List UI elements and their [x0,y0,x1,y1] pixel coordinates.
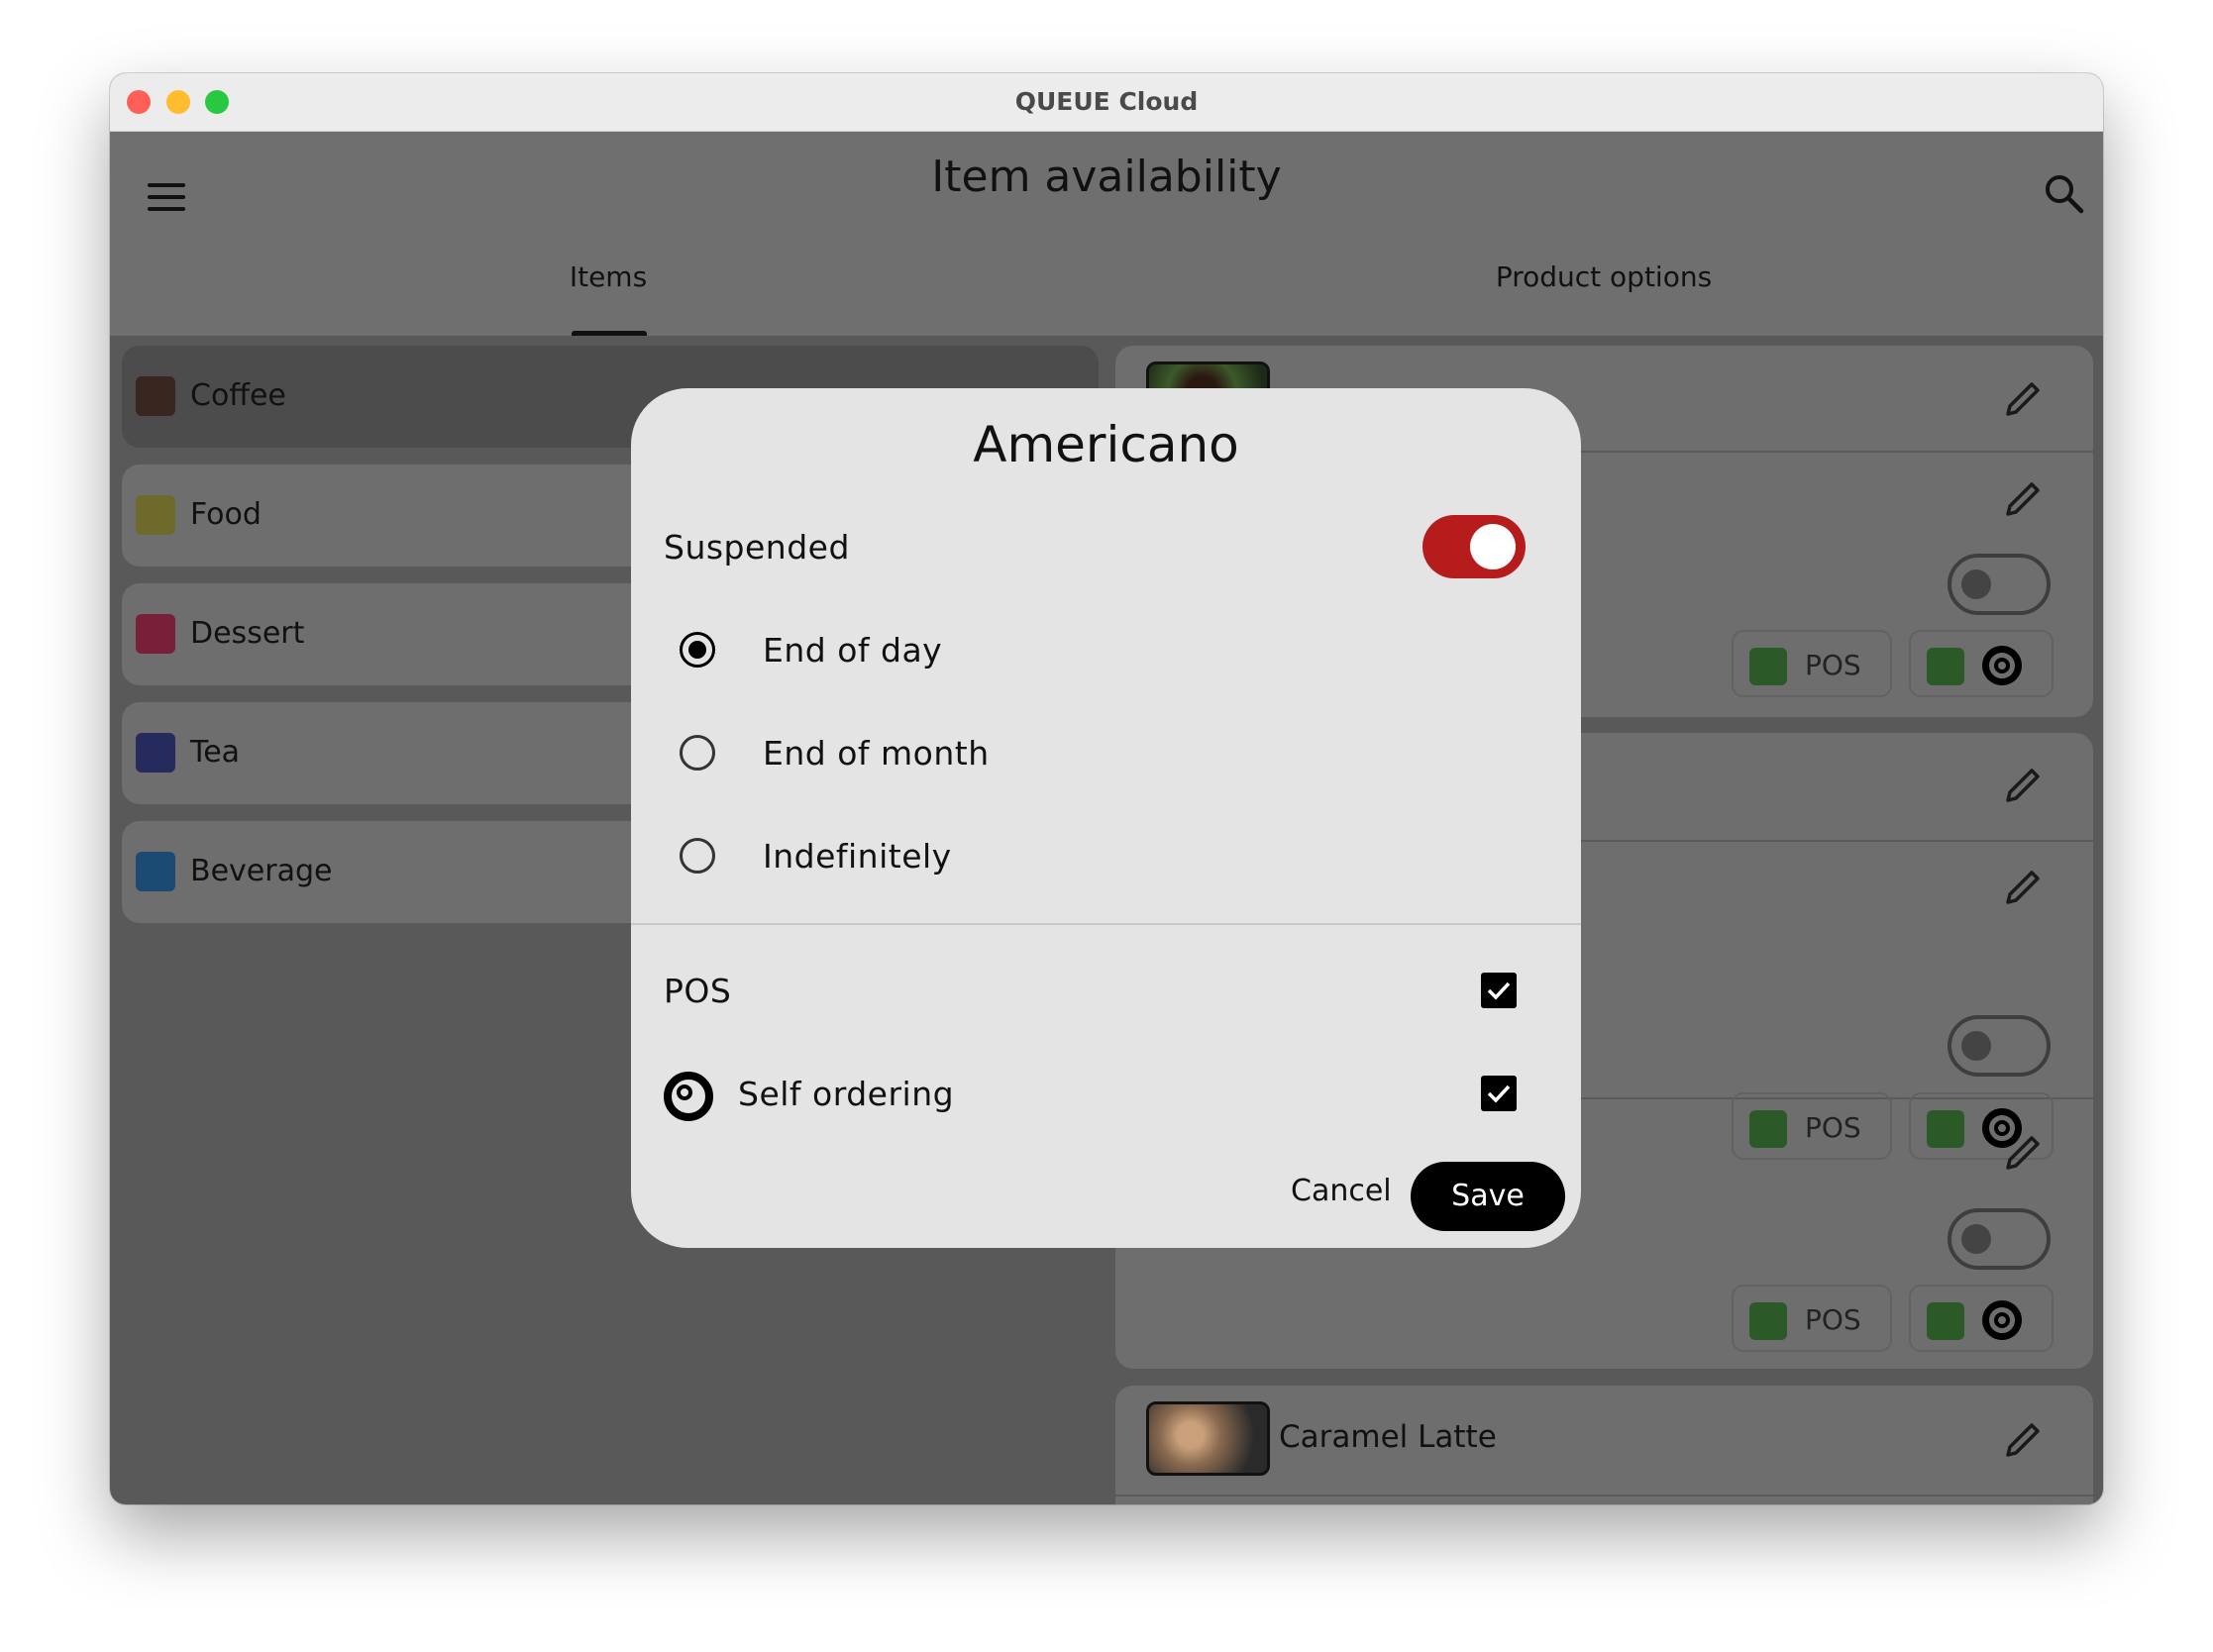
pencil-icon[interactable] [2000,476,2044,520]
pencil-icon[interactable] [2000,376,2044,420]
page-title: Item availability [931,152,1282,202]
self-ordering-chip[interactable] [1909,630,2054,697]
category-swatch [136,376,175,416]
category-swatch [136,852,175,891]
pencil-icon[interactable] [2000,763,2044,806]
dialog-title: Americano [973,416,1239,473]
pos-label: POS [664,972,732,1010]
window-title: QUEUE Cloud [1014,87,1199,116]
category-label: Beverage [190,854,333,888]
divider [631,923,1581,925]
title-bar: QUEUE Cloud [110,73,2103,132]
self-ordering-label: Self ordering [738,1075,955,1113]
category-swatch [136,614,175,654]
self-ordering-icon [1982,1300,2022,1340]
save-button[interactable]: Save [1411,1162,1565,1231]
app-bar: Item availability Items Product options [110,132,2103,336]
tab-items[interactable]: Items [570,260,647,293]
radio-indefinitely[interactable] [680,838,715,874]
option-label[interactable]: End of day [763,631,942,670]
tab-indicator [572,331,647,336]
category-label: Coffee [190,378,286,413]
pencil-icon[interactable] [2000,1417,2044,1461]
suspend-dialog: Americano Suspended End of day End of mo… [631,388,1581,1248]
self-ordering-icon [664,1072,713,1121]
pos-chip[interactable]: POS [1732,630,1892,697]
self-ordering-icon [1982,646,2022,685]
option-label[interactable]: End of month [763,734,990,773]
product-image [1146,1401,1270,1476]
option-label[interactable]: Indefinitely [763,837,952,876]
category-label: Tea [190,735,241,770]
pencil-icon[interactable] [2000,1130,2044,1174]
tab-product-options[interactable]: Product options [1496,260,1712,293]
suspended-toggle[interactable] [1423,515,1526,578]
availability-toggle[interactable] [1948,1015,2051,1077]
radio-end-of-month[interactable] [680,735,715,771]
product-card[interactable]: Caramel Latte [1115,1386,2093,1504]
pos-chip[interactable]: POS [1732,1285,1892,1352]
search-icon[interactable] [2042,171,2085,215]
pencil-icon[interactable] [2000,865,2044,908]
pos-checkbox[interactable] [1481,973,1517,1008]
category-label: Dessert [190,616,305,651]
availability-toggle[interactable] [1948,554,2051,615]
suspended-label: Suspended [664,528,850,567]
radio-end-of-day[interactable] [680,632,715,668]
pos-chip[interactable]: POS [1732,1092,1892,1160]
self-ordering-chip[interactable] [1909,1285,2054,1352]
category-swatch [136,495,175,535]
self-ordering-checkbox[interactable] [1481,1076,1517,1111]
cancel-button[interactable]: Cancel [1291,1174,1392,1208]
category-label: Food [190,497,262,532]
availability-toggle[interactable] [1948,1208,2051,1270]
product-name: Caramel Latte [1279,1419,1497,1455]
category-swatch [136,733,175,773]
